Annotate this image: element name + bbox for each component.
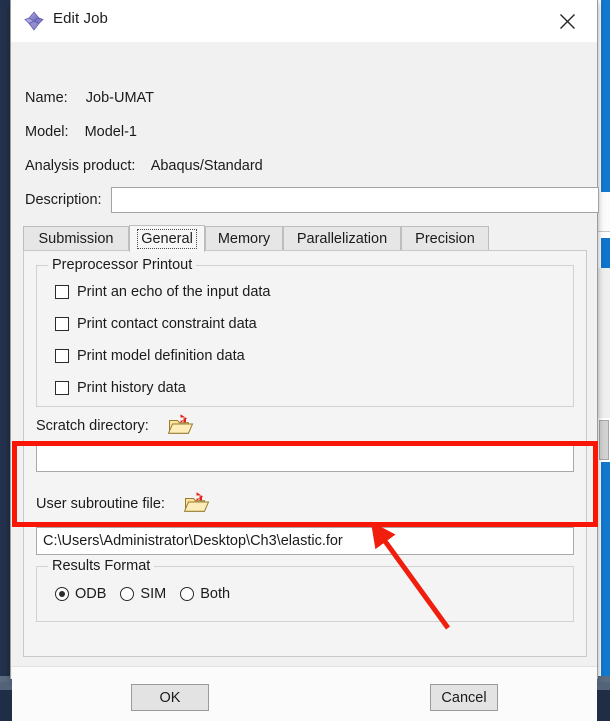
edit-job-dialog: Edit Job Name: Job-UMAT Model: Model-1 A…	[10, 0, 599, 721]
tab-submission-label: Submission	[38, 231, 114, 247]
tabstrip: Submission General Memory Parallelizatio…	[23, 225, 587, 252]
radio-odb-label: ODB	[75, 586, 107, 602]
description-input[interactable]	[111, 187, 599, 213]
tab-submission[interactable]: Submission	[23, 226, 129, 251]
checkbox-label: Print model definition data	[77, 348, 245, 364]
close-icon[interactable]	[545, 4, 589, 38]
background-app-blue-lower	[601, 462, 610, 677]
dialog-title: Edit Job	[53, 10, 108, 27]
radio-both[interactable]	[180, 587, 195, 601]
background-app-white-strip	[598, 192, 610, 232]
scratch-directory-input[interactable]	[36, 444, 574, 472]
description-label: Description:	[25, 192, 102, 208]
tab-precision[interactable]: Precision	[401, 226, 489, 251]
background-app-blue-header	[601, 0, 610, 192]
tab-general-label: General	[137, 229, 197, 249]
checkbox-box[interactable]	[55, 381, 69, 395]
user-subroutine-file-input[interactable]: C:\Users\Administrator\Desktop\Ch3\elast…	[36, 527, 574, 555]
tab-memory-label: Memory	[217, 231, 271, 247]
checkbox-label: Print an echo of the input data	[77, 284, 271, 300]
checkbox-box[interactable]	[55, 349, 69, 363]
background-app-scrollbar-thumb[interactable]	[599, 420, 609, 460]
results-format-radios: ODB SIM Both	[55, 586, 244, 602]
tab-parallelization[interactable]: Parallelization	[283, 226, 401, 251]
scratch-open-folder-icon[interactable]	[167, 413, 194, 435]
checkbox-box[interactable]	[55, 285, 69, 299]
checkbox-label: Print history data	[77, 380, 186, 396]
radio-sim[interactable]	[120, 587, 135, 601]
abaqus-diamond-icon	[23, 10, 45, 32]
radio-odb[interactable]	[55, 587, 69, 601]
job-name-label: Name:	[25, 90, 68, 106]
radio-sim-label: SIM	[140, 586, 167, 602]
analysis-product-row: Analysis product: Abaqus/Standard	[25, 158, 263, 174]
general-tab-panel: Preprocessor Printout Print an echo of t…	[23, 250, 587, 657]
checkbox-print-contact-constraint-data[interactable]: Print contact constraint data	[55, 316, 257, 332]
user-subroutine-open-folder-icon[interactable]	[183, 491, 210, 513]
preprocessor-printout-legend: Preprocessor Printout	[48, 257, 197, 273]
scratch-directory-label: Scratch directory:	[36, 418, 149, 434]
tab-general[interactable]: General	[129, 225, 205, 252]
model-label: Model:	[25, 124, 69, 140]
radio-both-label: Both	[200, 586, 231, 602]
preprocessor-printout-group: Preprocessor Printout Print an echo of t…	[36, 257, 574, 407]
user-subroutine-file-value: C:\Users\Administrator\Desktop\Ch3\elast…	[43, 533, 343, 549]
checkbox-print-history-data[interactable]: Print history data	[55, 380, 186, 396]
checkbox-print-model-definition-data[interactable]: Print model definition data	[55, 348, 245, 364]
analysis-product-label: Analysis product:	[25, 158, 136, 174]
background-app-grey-area	[598, 268, 610, 418]
job-name-row: Name: Job-UMAT	[25, 90, 154, 106]
analysis-product-value: Abaqus/Standard	[150, 158, 263, 174]
dialog-body: Name: Job-UMAT Model: Model-1 Analysis p…	[11, 42, 599, 721]
dialog-footer: OK Cancel	[12, 666, 597, 721]
dialog-titlebar: Edit Job	[11, 0, 597, 42]
checkbox-label: Print contact constraint data	[77, 316, 257, 332]
cancel-button[interactable]: Cancel	[430, 684, 498, 711]
results-format-legend: Results Format	[48, 558, 155, 574]
tab-memory[interactable]: Memory	[205, 226, 283, 251]
checkbox-box[interactable]	[55, 317, 69, 331]
job-name-value: Job-UMAT	[85, 90, 154, 106]
tab-precision-label: Precision	[415, 231, 475, 247]
model-value: Model-1	[84, 124, 137, 140]
results-format-group: Results Format ODB SIM Both	[36, 558, 574, 622]
background-app-blue-selection	[601, 238, 610, 268]
ok-button[interactable]: OK	[131, 684, 209, 711]
model-row: Model: Model-1	[25, 124, 137, 140]
description-field[interactable]	[112, 188, 598, 212]
background-app-divider	[598, 231, 610, 232]
user-subroutine-file-label: User subroutine file:	[36, 496, 165, 512]
checkbox-print-echo-input-data[interactable]: Print an echo of the input data	[55, 284, 270, 300]
tab-parallelization-label: Parallelization	[296, 231, 388, 247]
